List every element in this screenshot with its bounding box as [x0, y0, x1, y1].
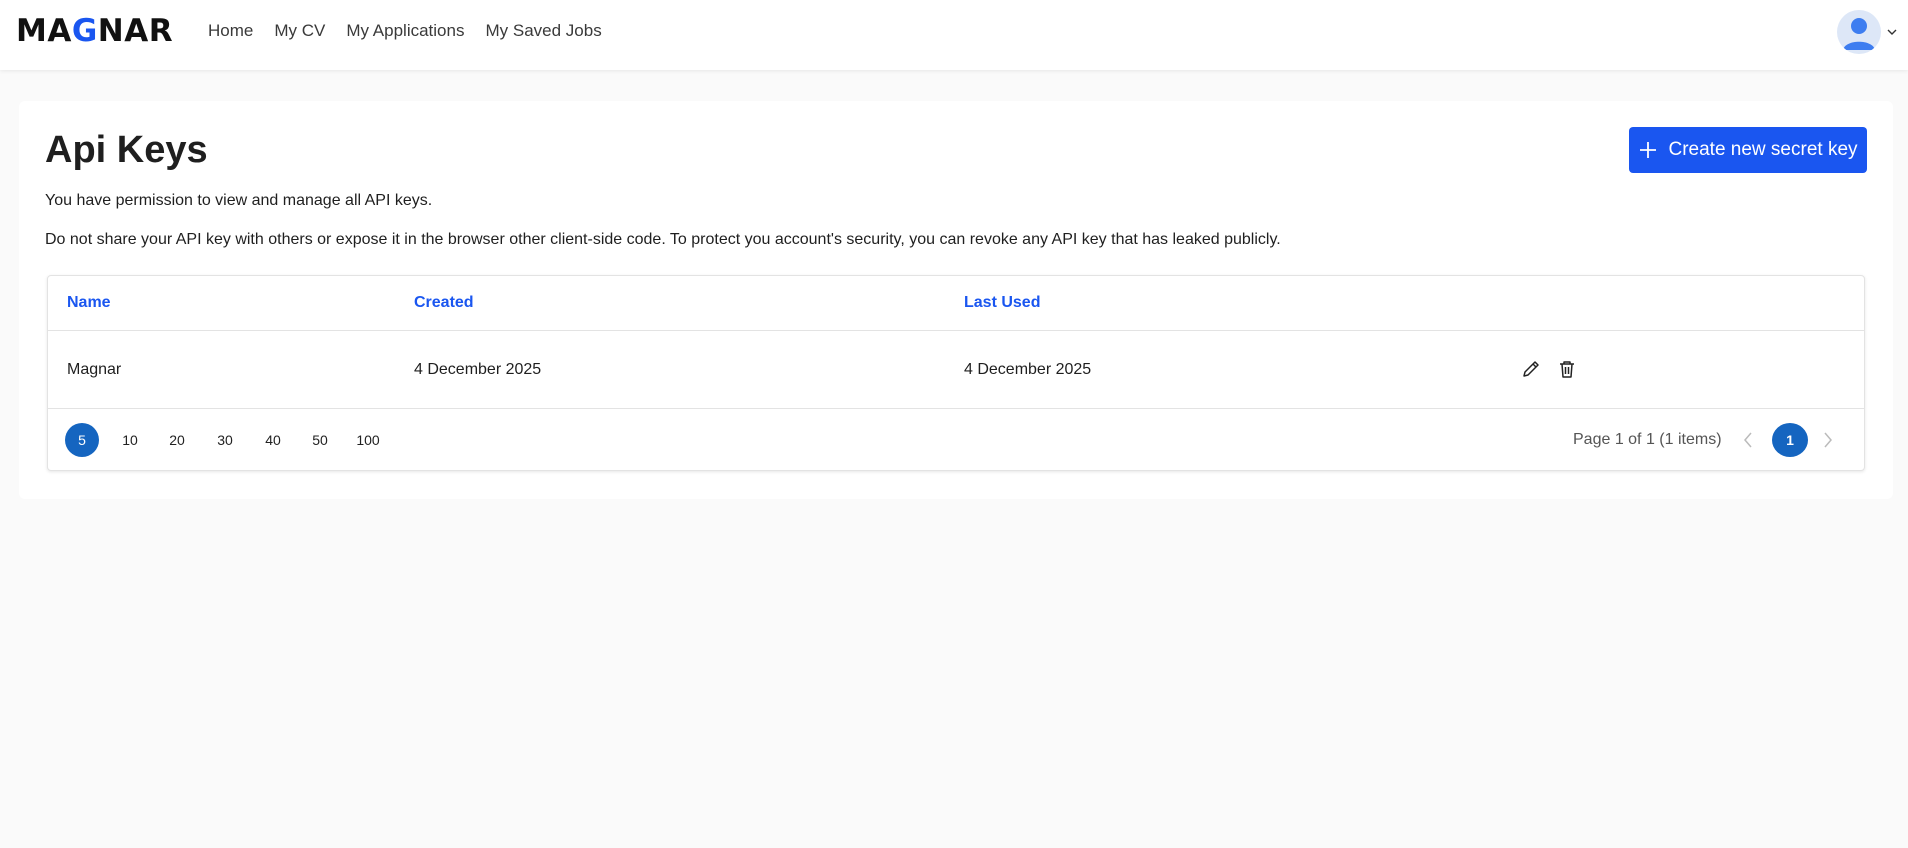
avatar-silhouette	[1843, 18, 1875, 50]
trash-icon	[1560, 361, 1574, 378]
created-date-cell: 4 December 2025	[414, 361, 542, 378]
last-used-date-cell: 4 December 2025	[964, 361, 1092, 378]
user-avatar-icon[interactable]	[1837, 10, 1881, 54]
nav-my-applications-link[interactable]: My Applications	[346, 20, 464, 42]
pagination-info: Page 1 of 1 (1 items)	[1573, 431, 1722, 448]
column-header-created[interactable]: Created	[414, 293, 474, 313]
table-row: Magnar 4 December 2025 4 December 2025	[48, 331, 1864, 409]
page-size-option-30[interactable]: 30	[208, 423, 242, 457]
page-size-option-5[interactable]: 5	[65, 423, 99, 457]
previous-page-button[interactable]	[1738, 430, 1758, 450]
nav-my-saved-jobs-link[interactable]: My Saved Jobs	[485, 20, 601, 42]
api-keys-table: Name Created Last Used Magnar 4 December…	[47, 275, 1865, 471]
logo-text-start: MA	[16, 13, 72, 49]
create-secret-key-button[interactable]: Create new secret key	[1629, 127, 1867, 173]
column-header-name[interactable]: Name	[67, 293, 111, 313]
api-keys-card: Api Keys You have permission to view and…	[19, 101, 1893, 499]
chevron-down-icon[interactable]	[1886, 26, 1898, 38]
edit-key-button[interactable]	[1519, 357, 1543, 381]
delete-key-button[interactable]	[1555, 357, 1579, 381]
nav-my-cv-link[interactable]: My CV	[274, 20, 325, 42]
logo-text-end: NAR	[97, 13, 174, 49]
page-size-option-100[interactable]: 100	[351, 423, 385, 457]
top-navigation-bar: MAGNAR Home My CV My Applications My Sav…	[0, 0, 1908, 70]
pagination-bar: 5 10 20 30 40 50 100 Page 1 of 1 (1 item…	[48, 409, 1864, 469]
nav-home-link[interactable]: Home	[208, 20, 253, 42]
page-size-option-10[interactable]: 10	[113, 423, 147, 457]
plus-icon	[1640, 142, 1657, 158]
page-title: Api Keys	[45, 129, 208, 171]
key-name-cell: Magnar	[67, 361, 122, 378]
page-size-option-50[interactable]: 50	[303, 423, 337, 457]
pencil-icon	[1523, 361, 1539, 377]
chevron-left-icon	[1744, 432, 1752, 448]
page-number-current[interactable]: 1	[1772, 423, 1808, 457]
chevron-right-icon	[1824, 432, 1832, 448]
logo-text-accent: G	[71, 13, 98, 49]
column-header-last-used[interactable]: Last Used	[964, 293, 1040, 313]
page-size-option-20[interactable]: 20	[160, 423, 194, 457]
table-header: Name Created Last Used	[48, 276, 1864, 331]
magnar-logo[interactable]: MAGNAR	[16, 15, 173, 47]
next-page-button[interactable]	[1818, 430, 1838, 450]
create-button-label: Create new secret key	[1668, 139, 1858, 160]
permission-description: You have permission to view and manage a…	[45, 192, 433, 209]
page-size-option-40[interactable]: 40	[256, 423, 290, 457]
security-warning: Do not share your API key with others or…	[45, 231, 1281, 248]
main-nav: Home My CV My Applications My Saved Jobs	[208, 20, 602, 42]
